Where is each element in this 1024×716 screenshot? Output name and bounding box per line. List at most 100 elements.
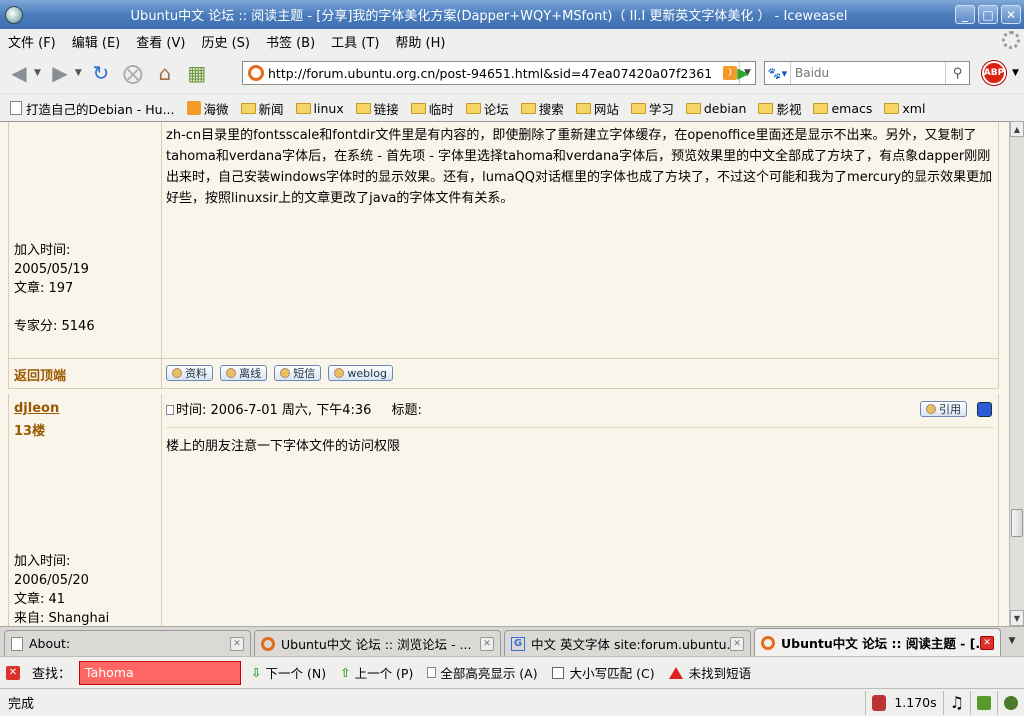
bookmark-folder[interactable]: 新闻 (240, 99, 284, 118)
menu-bookmarks[interactable]: 书签 (B) (266, 32, 315, 51)
search-icon[interactable]: ⚲ (945, 62, 969, 84)
tab-close-icon[interactable]: ✕ (730, 636, 744, 651)
app-icon[interactable] (5, 5, 23, 24)
music-icon[interactable]: ♫ (942, 690, 970, 715)
load-time-cell[interactable]: 1.170s (865, 690, 942, 715)
post-link-icon[interactable] (166, 405, 174, 415)
maximize-button[interactable]: □ (978, 5, 998, 24)
find-input[interactable]: Tahoma (79, 660, 242, 685)
tab-list-dropdown-icon[interactable]: ▼ (1004, 632, 1020, 650)
offline-button[interactable]: 离线 (220, 365, 268, 381)
weblog-button[interactable]: weblog (328, 365, 393, 381)
tab-google-search[interactable]: G 中文 英文字体 site:forum.ubuntu... ✕ (504, 630, 751, 656)
go-icon[interactable]: ▶ (733, 63, 753, 83)
edit-icon[interactable] (977, 402, 992, 417)
menu-help[interactable]: 帮助 (H) (395, 32, 445, 51)
search-input[interactable] (791, 63, 945, 83)
expert-score: 专家分: 5146 (14, 319, 95, 334)
bookmark-folder[interactable]: linux (295, 101, 344, 116)
tab-close-icon[interactable]: ✕ (230, 636, 244, 651)
back-dropdown-icon[interactable]: ▼ (34, 68, 41, 78)
find-previous-button[interactable]: ⇧ 上一个 (P) (340, 663, 413, 682)
vertical-scrollbar[interactable]: ▲ ▼ (1009, 121, 1024, 626)
bookmark-folder[interactable]: 网站 (575, 99, 619, 118)
post-author-panel: djleon 13楼 加入时间: 2006/05/20 文章: 41 来自: S… (9, 394, 162, 626)
abp-dropdown-icon[interactable]: ▼ (1012, 68, 1019, 78)
search-engine-icon[interactable]: 🐾▾ (765, 62, 791, 84)
url-input[interactable]: http://forum.ubuntu.org.cn/post-94651.ht… (264, 66, 723, 81)
bookmark-folder[interactable]: emacs (813, 101, 872, 116)
post-body: 时间: 2006-7-01 周六, 下午4:36 标题: 引用 楼上的朋友注意一… (166, 394, 998, 626)
tab-forum-topic[interactable]: Ubuntu中文 论坛 :: 阅读主题 - [... ✕ (754, 628, 1001, 656)
forward-dropdown-icon[interactable]: ▼ (75, 68, 82, 78)
message-button[interactable]: 短信 (274, 365, 322, 381)
scroll-up-icon[interactable]: ▲ (1010, 121, 1024, 137)
tab-close-icon[interactable]: ✕ (480, 636, 494, 651)
profile-button[interactable]: 资料 (166, 365, 213, 381)
google-icon: G (511, 636, 525, 651)
arrow-down-icon: ⇩ (251, 665, 262, 680)
post-subject-label: 标题: (391, 403, 422, 418)
menu-view[interactable]: 查看 (V) (136, 32, 185, 51)
profile-icon (172, 368, 182, 378)
folder-icon (884, 102, 900, 114)
adblock-plus-icon[interactable]: ABP (982, 61, 1006, 85)
back-to-top-link[interactable]: 返回顶端 (14, 365, 66, 384)
folder-icon (520, 102, 536, 114)
scrollbar-thumb[interactable] (1011, 509, 1023, 537)
load-time: 1.170s (894, 695, 937, 710)
bookmark-item[interactable]: 打造自己的Debian - Hu... (10, 99, 175, 118)
ubuntu-icon (761, 635, 775, 650)
menu-tools[interactable]: 工具 (T) (331, 32, 379, 51)
bookmark-folder[interactable]: 论坛 (465, 99, 509, 118)
bookmark-folder[interactable]: 链接 (355, 99, 399, 118)
feed-reader-icon[interactable]: ▦ (184, 60, 210, 86)
bookmark-folder[interactable]: 搜索 (520, 99, 564, 118)
quote-button[interactable]: 引用 (920, 401, 967, 417)
find-next-button[interactable]: ⇩ 下一个 (N) (251, 663, 326, 682)
bookmark-folder[interactable]: debian (685, 101, 746, 116)
rss-icon (186, 101, 201, 115)
bookmark-item[interactable]: 海微 (186, 99, 229, 118)
profile-buttons: 资料 离线 短信 weblog (166, 359, 998, 388)
close-button[interactable]: ✕ (1001, 5, 1021, 24)
author-location: 来自: Shanghai (14, 611, 110, 626)
url-bar[interactable]: http://forum.ubuntu.org.cn/post-94651.ht… (242, 61, 756, 85)
checkbox-icon[interactable] (551, 666, 564, 679)
menu-file[interactable]: 文件 (F) (8, 32, 56, 51)
folder-icon (355, 102, 371, 114)
greasemonkey-icon[interactable] (997, 690, 1024, 715)
page-content: 加入时间: 2005/05/19 文章: 197 专家分: 5146 zh-cn… (0, 121, 1009, 626)
post-footer: 返回顶端 资料 离线 短信 weblog (8, 359, 999, 389)
author-name-link[interactable]: djleon (14, 401, 59, 416)
tab-about[interactable]: About: ✕ (4, 630, 251, 656)
forward-icon[interactable]: ▶ (47, 60, 73, 86)
bookmark-folder[interactable]: 影视 (758, 99, 801, 118)
tab-forum-browse[interactable]: Ubuntu中文 论坛 :: 浏览论坛 - ... ✕ (254, 630, 501, 656)
minimize-button[interactable]: _ (955, 5, 975, 24)
tab-close-icon[interactable]: ✕ (980, 635, 994, 650)
bookmark-folder[interactable]: 临时 (410, 99, 454, 118)
message-icon (280, 368, 291, 378)
folder-icon (758, 102, 774, 114)
back-icon[interactable]: ◀ (6, 60, 32, 86)
highlight-all-button[interactable]: 全部高亮显示 (A) (427, 663, 538, 682)
post-time: 时间: 2006-7-01 周六, 下午4:36 (176, 403, 372, 418)
search-bar[interactable]: 🐾▾ ⚲ (764, 61, 970, 85)
menu-edit[interactable]: 编辑 (E) (72, 32, 121, 51)
bookmark-folder[interactable]: 学习 (630, 99, 674, 118)
fasterfox-icon (872, 694, 887, 711)
menu-bar: 文件 (F) 编辑 (E) 查看 (V) 历史 (S) 书签 (B) 工具 (T… (0, 29, 1024, 53)
home-icon[interactable]: ⌂ (152, 60, 178, 86)
bookmark-folder[interactable]: xml (884, 101, 925, 116)
match-case-checkbox[interactable]: 大小写匹配 (C) (551, 663, 655, 682)
menu-history[interactable]: 历史 (S) (201, 32, 250, 51)
join-date-label: 加入时间: (14, 243, 71, 258)
forum-post: 加入时间: 2005/05/19 文章: 197 专家分: 5146 zh-cn… (8, 122, 999, 359)
android-icon[interactable] (970, 690, 997, 715)
find-close-icon[interactable]: ✕ (6, 665, 20, 680)
post-body: zh-cn目录里的fontsscale和fontdir文件里是有内容的，即使删除… (166, 122, 998, 358)
reload-icon[interactable]: ↻ (88, 60, 114, 86)
stop-icon[interactable]: ⨂ (120, 60, 146, 86)
scroll-down-icon[interactable]: ▼ (1010, 610, 1024, 626)
